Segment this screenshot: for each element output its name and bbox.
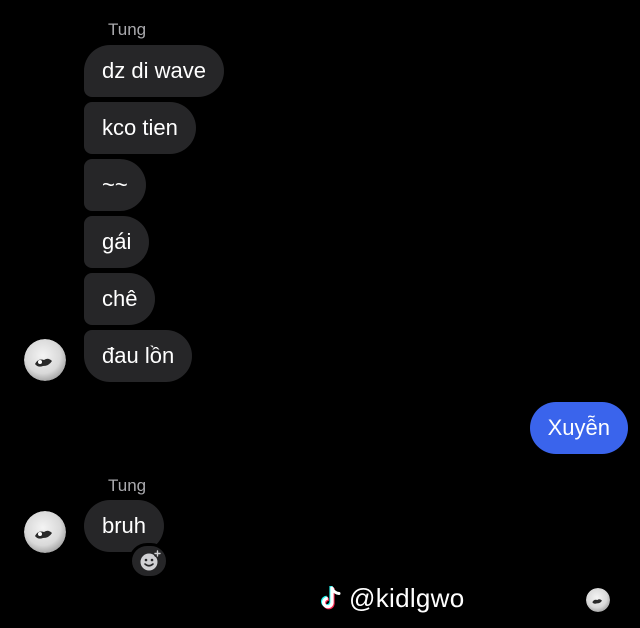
profile-avatar-icon[interactable]: [24, 339, 66, 381]
message-bubble[interactable]: gái: [84, 216, 150, 268]
add-reaction-icon: [140, 549, 162, 571]
my-message-bubble[interactable]: Xuyễn: [529, 402, 628, 454]
sender-name: Tung: [108, 20, 147, 39]
tiktok-logo-icon: [321, 586, 341, 610]
profile-avatar-icon[interactable]: [24, 511, 66, 553]
read-receipt-avatar-icon: [586, 588, 610, 612]
message-bubble[interactable]: kco tien: [84, 102, 196, 154]
add-reaction-button[interactable]: [129, 543, 169, 579]
message-bubble[interactable]: ~~: [84, 159, 146, 211]
message-bubble[interactable]: dz di wave: [84, 45, 224, 97]
sender-name: Tung: [108, 476, 147, 495]
message-bubble[interactable]: đau lồn: [84, 330, 193, 382]
watermark: @kidlgwo: [318, 578, 465, 618]
watermark-handle: @kidlgwo: [349, 582, 465, 613]
message-bubble[interactable]: chê: [84, 273, 156, 325]
